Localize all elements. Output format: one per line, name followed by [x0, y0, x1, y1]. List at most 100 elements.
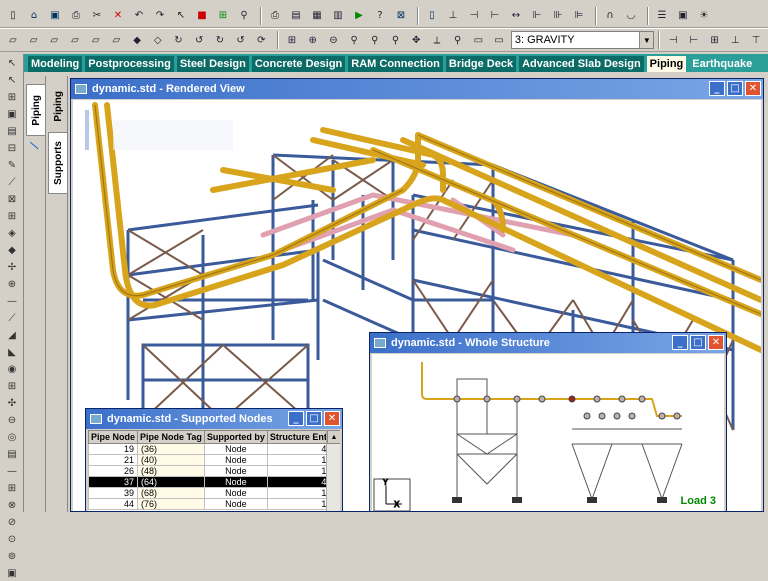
cell-pipe-node-tag[interactable]: (64)	[137, 476, 205, 488]
table-row[interactable]: 21(40)Node162	[88, 454, 340, 466]
run-analysis-icon[interactable]: ▶	[350, 7, 368, 25]
zoom-all-icon[interactable]: ⊞	[283, 31, 301, 49]
cell-pipe-node-tag[interactable]: (68)	[137, 487, 205, 499]
delete-icon[interactable]: ✕	[109, 7, 127, 25]
select-member-icon[interactable]: ⟋	[3, 175, 21, 190]
rotate-y-icon[interactable]: ↺	[190, 31, 208, 49]
support-icon[interactable]: ⊢	[486, 7, 504, 25]
beam-icon[interactable]: ⊥	[444, 7, 462, 25]
draw-beam-icon[interactable]: ⟋	[3, 311, 21, 326]
insert-node-icon[interactable]: ⊞	[3, 481, 21, 496]
add-plate-icon[interactable]: ⊘	[3, 515, 21, 530]
select-spring-icon[interactable]: ✢	[3, 260, 21, 275]
draw-plate-icon[interactable]: ◣	[3, 345, 21, 360]
maximize-button-2[interactable]: □	[690, 335, 706, 350]
select-solid-icon[interactable]: ▤	[3, 124, 21, 139]
table-row[interactable]: 39(68)Node161	[88, 487, 340, 499]
zoom-out-icon[interactable]: ⊖	[325, 31, 343, 49]
cell-pipe-node-tag[interactable]: (48)	[137, 465, 205, 477]
spin-icon[interactable]: ⟳	[252, 31, 270, 49]
cell-pipe-node[interactable]: 39	[88, 487, 139, 499]
redo-icon[interactable]: ↷	[151, 7, 169, 25]
select-geometry-icon[interactable]: ✎	[3, 158, 21, 173]
undo-icon[interactable]: ↶	[130, 7, 148, 25]
release-icon[interactable]: ⊪	[549, 7, 567, 25]
measure-icon[interactable]: ⟂	[428, 31, 446, 49]
cell-pipe-node[interactable]: 37	[88, 476, 139, 488]
tab-ram-connection[interactable]: RAM Connection	[348, 56, 443, 72]
rendered-view-titlebar[interactable]: dynamic.std - Rendered View _ □ ✕	[71, 79, 763, 99]
whole-structure-viewport[interactable]: Y X Load 3	[372, 354, 724, 511]
select-support-icon[interactable]: ◆	[3, 243, 21, 258]
side-tab-supports[interactable]: Supports	[48, 132, 68, 194]
load-icon[interactable]: ⊩	[528, 7, 546, 25]
zoom-window-icon[interactable]: ⚲	[345, 31, 363, 49]
dish-icon[interactable]: ◡	[622, 7, 640, 25]
col-pipe-node[interactable]: Pipe Node	[88, 430, 139, 444]
view-top-icon[interactable]: ▱	[108, 31, 126, 49]
table-row[interactable]: 44(76)Node168	[88, 498, 340, 510]
node-select-icon[interactable]: ⊢	[685, 31, 703, 49]
select-link-icon[interactable]: ⊕	[3, 277, 21, 292]
node-icon[interactable]: ▯	[423, 7, 441, 25]
structure-icon[interactable]: ⊠	[392, 7, 410, 25]
draw-node-icon[interactable]: ◢	[3, 328, 21, 343]
select-group-icon[interactable]: ⊠	[3, 192, 21, 207]
print-preview-icon[interactable]: ⎙	[266, 7, 284, 25]
load-case-select[interactable]: 3: GRAVITY ▼	[510, 31, 655, 49]
chart-icon[interactable]: ▦	[308, 7, 326, 25]
whole-structure-titlebar[interactable]: dynamic.std - Whole Structure _ □ ✕	[370, 333, 726, 353]
renumber-icon[interactable]: ▤	[3, 447, 21, 462]
pan-icon[interactable]: ✥	[407, 31, 425, 49]
tab-piping[interactable]: Piping	[646, 56, 687, 72]
cursor-icon[interactable]: ↖	[3, 56, 21, 71]
cell-pipe-node[interactable]: 26	[88, 465, 139, 477]
grid-icon[interactable]: ⊞	[214, 7, 232, 25]
cell-pipe-node-tag[interactable]: (40)	[137, 454, 205, 466]
view-right-icon[interactable]: ▱	[87, 31, 105, 49]
view-iso-icon[interactable]: ◇	[149, 31, 167, 49]
save-view-icon[interactable]: ▭	[490, 31, 508, 49]
rotate-back-icon[interactable]: ↺	[232, 31, 250, 49]
minimize-button[interactable]: _	[709, 81, 725, 96]
mirror-icon[interactable]: ▣	[3, 566, 21, 581]
cell-pipe-node[interactable]: 21	[88, 454, 139, 466]
tab-earthquake[interactable]: Earthquake	[689, 56, 755, 72]
lightbulb-icon[interactable]: ☀	[695, 7, 713, 25]
select-load-icon[interactable]: ◈	[3, 226, 21, 241]
select-beam-icon[interactable]: ⊞	[3, 90, 21, 105]
table-row[interactable]: 19(36)Node495	[88, 443, 340, 455]
graph-icon[interactable]: ▥	[329, 7, 347, 25]
close-button-3[interactable]: ✕	[324, 411, 340, 426]
cut-icon[interactable]: ✂	[88, 7, 106, 25]
stop-icon[interactable]: ■	[193, 7, 211, 25]
draw-solid-icon[interactable]: ◉	[3, 362, 21, 377]
cell-supported-by[interactable]: Node	[203, 443, 268, 455]
new-file-icon[interactable]: ▯	[4, 7, 22, 25]
select-surface-icon[interactable]: ⊟	[3, 141, 21, 156]
add-beam-icon[interactable]: ⊗	[3, 498, 21, 513]
rotate-icon[interactable]: ⊚	[3, 549, 21, 564]
supported-nodes-titlebar[interactable]: dynamic.std - Supported Nodes _ □ ✕	[86, 409, 342, 429]
view-left-icon[interactable]: ▱	[66, 31, 84, 49]
cell-supported-by[interactable]: Node	[203, 454, 268, 466]
close-button-2[interactable]: ✕	[708, 335, 724, 350]
cell-supported-by[interactable]: Node	[203, 498, 268, 510]
merge-icon[interactable]: ⊖	[3, 413, 21, 428]
col-supported-by[interactable]: Supported by	[203, 430, 268, 444]
save-icon[interactable]: ▣	[46, 7, 64, 25]
split-icon[interactable]: ◎	[3, 430, 21, 445]
table-scrollbar[interactable]: ▲	[326, 430, 340, 511]
side-tab-piping[interactable]: Piping	[26, 84, 46, 136]
tab-advanced-slab-design[interactable]: Advanced Slab Design	[519, 56, 644, 72]
beam-select-icon[interactable]: ⊣	[664, 31, 682, 49]
col-pipe-node-tag[interactable]: Pipe Node Tag	[137, 430, 205, 444]
zoom-dynamic-icon[interactable]: ⚲	[387, 31, 405, 49]
solid-select-icon[interactable]: ⊥	[726, 31, 744, 49]
rotate-z-icon[interactable]: ↻	[211, 31, 229, 49]
label-icon[interactable]: ▭	[469, 31, 487, 49]
clear-icon[interactable]: ⊫	[570, 7, 588, 25]
view-3d-icon[interactable]: ▱	[4, 31, 22, 49]
help-icon[interactable]: ?	[371, 7, 389, 25]
table-row[interactable]: 37(64)Node494	[88, 476, 340, 488]
